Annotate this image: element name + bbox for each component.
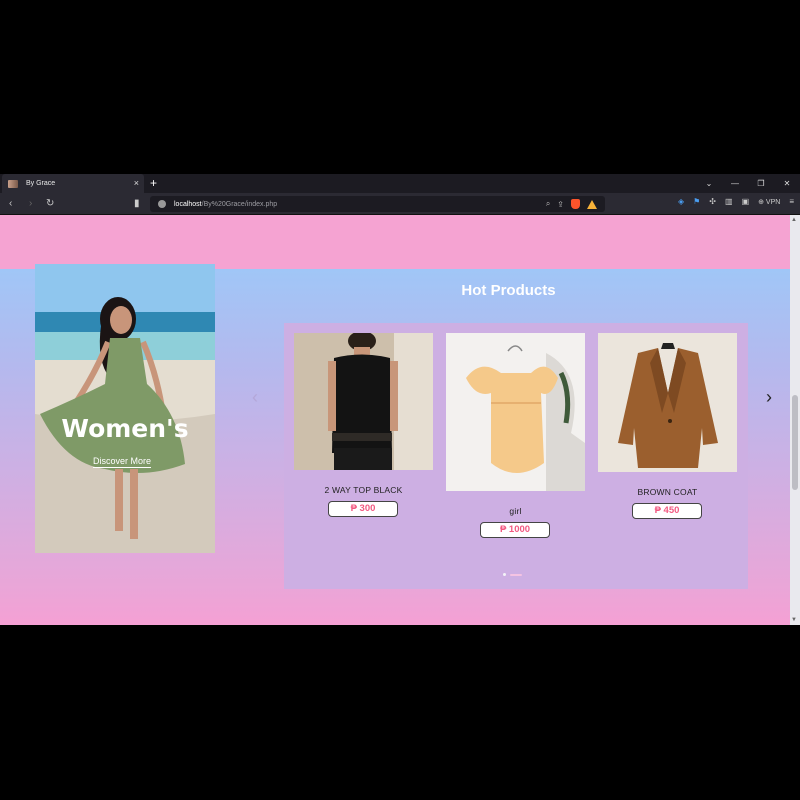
product-image[interactable] [598,333,737,472]
product-price[interactable]: ₱ 450 [632,503,702,519]
window-controls: ⌄ — ❐ ✕ [696,174,800,193]
discover-more-link[interactable]: Discover More [93,456,152,468]
minimize-icon[interactable]: — [722,179,748,188]
product-name[interactable]: 2 WAY TOP BLACK [294,485,433,495]
tab-bar: By Grace × + ⌄ — ❐ ✕ [0,174,800,193]
pagination-dot-active[interactable] [510,573,522,576]
url-host: localhost [174,200,202,208]
menu-icon[interactable]: ≡ [789,197,794,206]
reload-icon[interactable]: ↻ [46,197,54,211]
bookmark-icon[interactable]: ▮ [134,197,140,211]
scroll-thumb[interactable] [792,395,798,490]
extensions-icon[interactable]: ✣ [709,197,716,206]
womens-banner-title: Women's [61,414,189,443]
womens-banner[interactable]: Women's Discover More [35,264,215,553]
translate-icon[interactable]: ⚑ [693,197,700,206]
scroll-up-icon[interactable]: ▲ [791,217,797,223]
close-window-icon[interactable]: ✕ [774,179,800,188]
share-icon[interactable]: ⇪ [557,200,564,209]
forward-icon[interactable]: › [29,197,32,211]
carousel-pagination [503,573,522,576]
carousel-prev-icon[interactable]: ‹ [252,388,258,406]
brown-coat-photo [598,333,737,472]
carousel-next-icon[interactable]: › [766,388,772,406]
product-price[interactable]: ₱ 1000 [480,522,550,538]
product-name[interactable]: girl [446,506,585,516]
browser-toolbar: ‹ › ↻ ▮ localhost/By%20Grace/index.php ⌕… [0,193,800,215]
url-path: /By%20Grace/index.php [201,200,278,208]
close-tab-icon[interactable]: × [134,179,139,188]
scroll-down-icon[interactable]: ▼ [791,617,797,623]
page-scrollbar[interactable]: ▲ ▼ [790,215,800,625]
vpn-button[interactable]: ⊕ VPN [758,198,780,206]
zoom-icon[interactable]: ⌕ [546,199,550,209]
womens-banner-photo [35,264,215,553]
product-name[interactable]: BROWN COAT [598,487,737,497]
address-bar[interactable]: localhost/By%20Grace/index.php ⌕ ⇪ [150,196,605,212]
brave-shields-icon[interactable] [571,199,580,209]
product-price[interactable]: ₱ 300 [328,501,398,517]
page-viewport: Women's Discover More Hot Products ‹ › 2… [0,215,790,625]
new-tab-button[interactable]: + [150,177,157,189]
back-icon[interactable]: ‹ [9,197,12,211]
restore-icon[interactable]: ❐ [748,179,774,188]
reading-list-icon[interactable]: ▣ [742,197,750,206]
girl-romper-photo [446,333,585,491]
wallet-icon[interactable]: ◈ [678,197,684,206]
black-top-photo [294,333,433,470]
hot-products-title: Hot Products [461,282,556,299]
product-image[interactable] [294,333,433,470]
tab-title: By Grace [26,180,56,187]
sidebar-icon[interactable]: ▥ [725,197,733,206]
browser-tab[interactable]: By Grace × [2,174,144,193]
favicon-icon [8,179,18,188]
url-text[interactable]: localhost/By%20Grace/index.php [174,201,546,208]
pagination-dot[interactable] [503,573,506,576]
product-image[interactable] [446,333,585,491]
brave-rewards-icon[interactable] [587,199,597,209]
site-info-icon[interactable] [158,200,166,208]
tab-list-icon[interactable]: ⌄ [696,179,722,188]
